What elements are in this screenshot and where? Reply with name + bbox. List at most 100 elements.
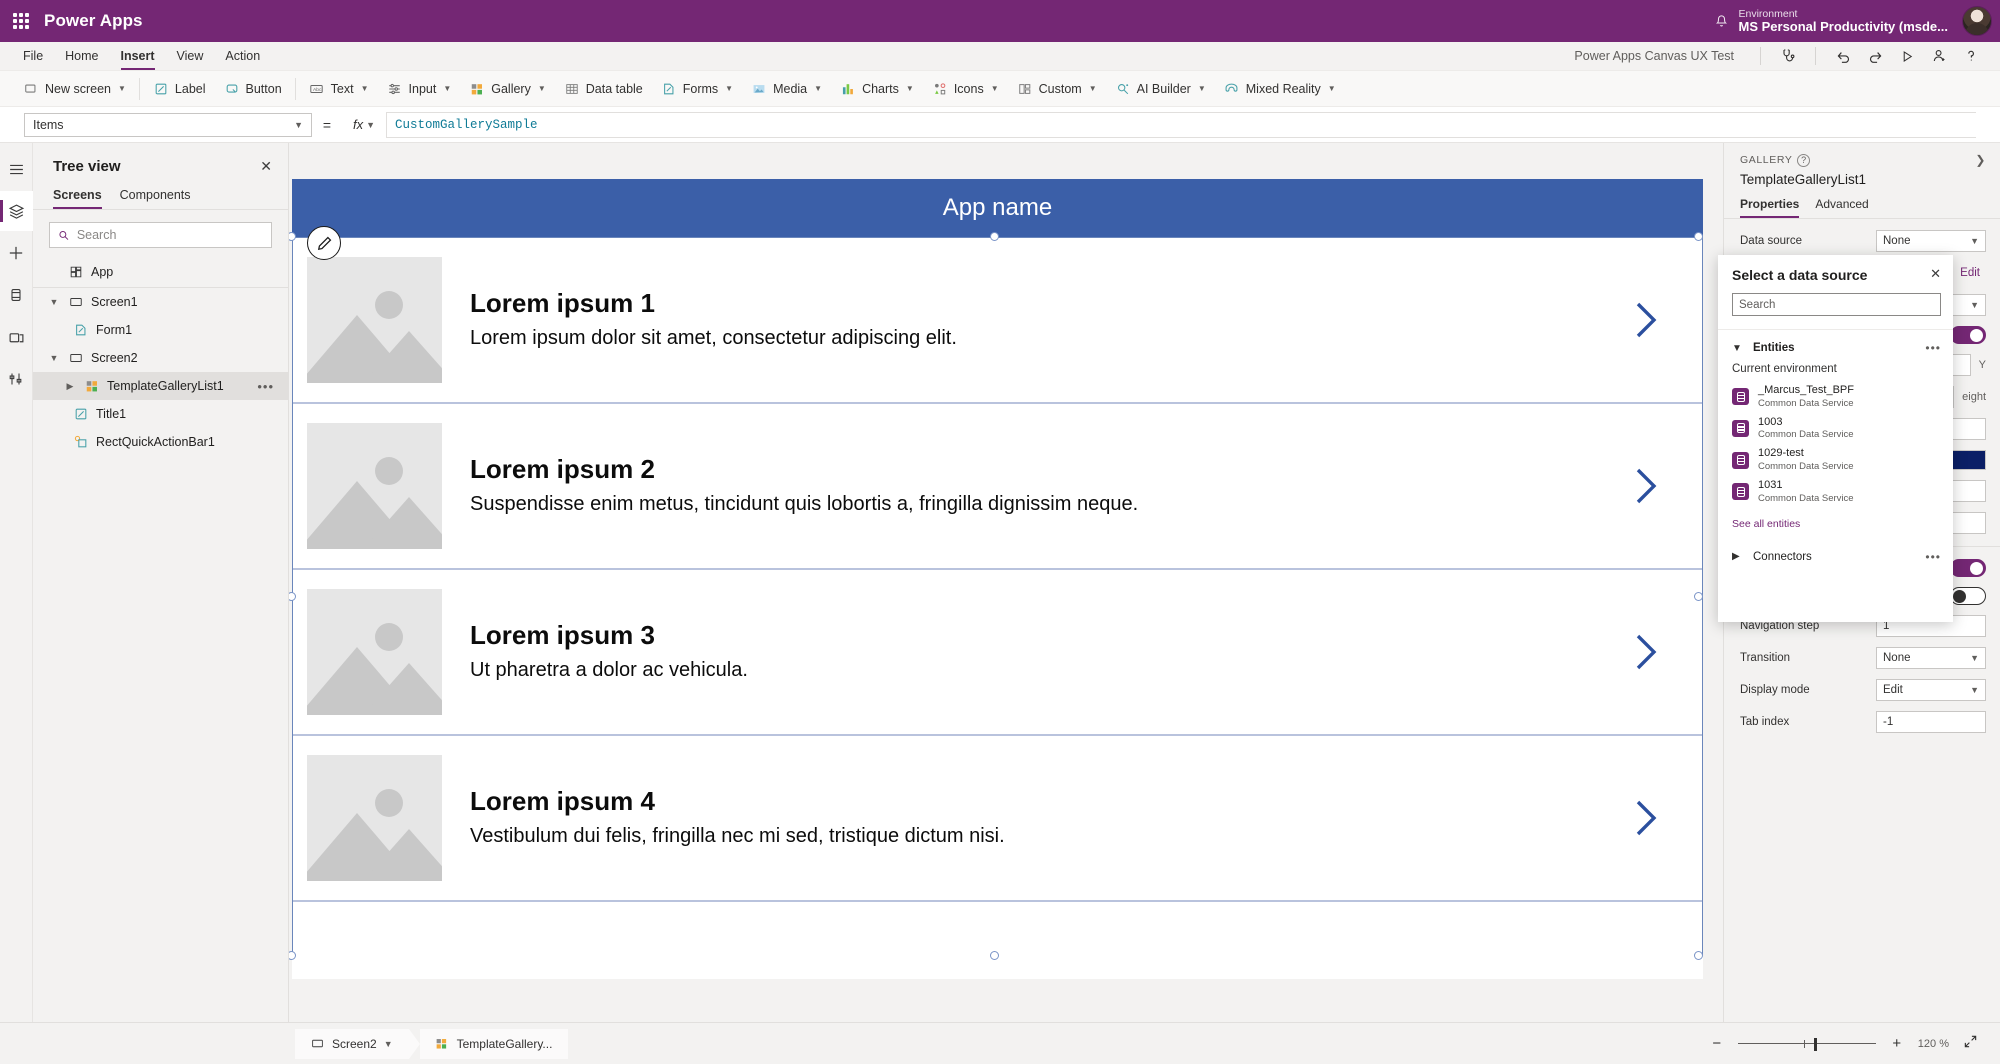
close-icon[interactable]: ✕ (1930, 267, 1941, 280)
hamburger-icon[interactable] (0, 149, 33, 189)
help-icon[interactable]: ? (1797, 154, 1810, 167)
data-source-item[interactable]: 1031 Common Data Service (1718, 476, 1953, 508)
fit-screen-icon[interactable] (1963, 1034, 1978, 1054)
insert-icon[interactable] (0, 233, 33, 273)
app-launcher-icon[interactable] (10, 10, 32, 32)
chevron-down-icon[interactable]: ▼ (384, 1039, 393, 1049)
chevron-right-icon[interactable] (1616, 630, 1676, 674)
gallery-row[interactable]: Lorem ipsum 1 Lorem ipsum dolor sit amet… (293, 238, 1702, 404)
zoom-in-button[interactable]: + (1890, 1035, 1904, 1052)
chevron-right-icon[interactable]: ▶ (1732, 551, 1742, 562)
chevron-down-icon[interactable]: ▼ (1732, 343, 1742, 354)
ribbon-input[interactable]: Input ▼ (378, 75, 461, 103)
tab-components[interactable]: Components (120, 185, 191, 209)
undo-icon[interactable] (1828, 44, 1858, 68)
tree-node-screen1[interactable]: ▼ Screen1 (33, 288, 288, 316)
tab-index-field[interactable]: -1 (1876, 711, 1986, 733)
ribbon-button[interactable]: Button (215, 75, 291, 103)
breadcrumb-templategallery[interactable]: TemplateGallery... (420, 1029, 569, 1059)
zoom-slider[interactable] (1738, 1037, 1876, 1051)
collapse-panel-icon[interactable]: ❯ (1975, 153, 1986, 167)
tree-node-templategallerylist1[interactable]: ▶ TemplateGalleryList1 ••• (33, 372, 288, 400)
more-options-icon[interactable]: ••• (257, 379, 274, 394)
environment-block[interactable]: Environment MS Personal Productivity (ms… (1735, 8, 1959, 35)
tree-node-title1[interactable]: Title1 (33, 400, 288, 428)
data-source-select[interactable]: None ▼ (1876, 230, 1986, 252)
stethoscope-icon[interactable] (1773, 44, 1803, 68)
edit-pencil-icon[interactable] (307, 226, 341, 260)
fx-button[interactable]: fx ▼ (342, 113, 386, 137)
selection-handle[interactable] (1694, 592, 1703, 601)
gallery-row[interactable]: Lorem ipsum 2 Suspendisse enim metus, ti… (293, 404, 1702, 570)
selection-handle[interactable] (990, 951, 999, 960)
ribbon-data-table[interactable]: Data table (555, 75, 652, 103)
data-source-item[interactable]: 1003 Common Data Service (1718, 413, 1953, 445)
display-mode-select[interactable]: Edit ▼ (1876, 679, 1986, 701)
show-navigation-toggle[interactable] (1950, 587, 1986, 605)
formula-input[interactable]: CustomGallerySample (386, 112, 1976, 138)
chevron-right-icon[interactable] (1616, 298, 1676, 342)
ribbon-charts[interactable]: Charts ▼ (831, 75, 923, 103)
selection-handle[interactable] (1694, 232, 1703, 241)
ribbon-icons[interactable]: Icons ▼ (923, 75, 1008, 103)
property-select[interactable]: Items ▼ (24, 113, 312, 137)
tree-node-rectquickactionbar1[interactable]: RectQuickActionBar1 (33, 428, 288, 456)
data-source-search[interactable] (1732, 293, 1941, 316)
gallery-row[interactable]: Lorem ipsum 4 Vestibulum dui felis, frin… (293, 736, 1702, 902)
ribbon-gallery[interactable]: Gallery ▼ (460, 75, 555, 103)
tab-properties[interactable]: Properties (1740, 197, 1799, 218)
zoom-out-button[interactable]: − (1710, 1035, 1724, 1052)
tree-view-icon[interactable] (0, 191, 33, 231)
menu-item-file[interactable]: File (14, 45, 52, 67)
data-source-group-entities[interactable]: ▼ Entities ••• (1718, 330, 1953, 361)
chevron-right-icon[interactable] (1616, 464, 1676, 508)
bell-icon[interactable] (1709, 14, 1735, 29)
data-source-item[interactable]: _Marcus_Test_BPF Common Data Service (1718, 381, 1953, 413)
menu-item-view[interactable]: View (168, 45, 213, 67)
avatar[interactable] (1962, 6, 1992, 36)
transition-select[interactable]: None ▼ (1876, 647, 1986, 669)
help-icon[interactable] (1956, 44, 1986, 68)
data-source-item[interactable]: 1029-test Common Data Service (1718, 444, 1953, 476)
chevron-down-icon[interactable]: ▼ (47, 353, 61, 363)
ribbon-forms[interactable]: Forms ▼ (652, 75, 742, 103)
gallery-row[interactable]: Lorem ipsum 3 Ut pharetra a dolor ac veh… (293, 570, 1702, 736)
ribbon-custom[interactable]: Custom ▼ (1008, 75, 1106, 103)
data-source-search-input[interactable] (1739, 299, 1934, 311)
ribbon-media[interactable]: Media ▼ (742, 75, 831, 103)
selection-handle[interactable] (1694, 951, 1703, 960)
menu-item-insert[interactable]: Insert (112, 45, 164, 67)
show-scrollbar-toggle[interactable] (1950, 559, 1986, 577)
play-icon[interactable] (1892, 44, 1922, 68)
edit-fields-link[interactable]: Edit (1954, 262, 1986, 284)
chevron-down-icon[interactable]: ▼ (47, 297, 61, 307)
ribbon-text[interactable]: Abc Text ▼ (300, 75, 378, 103)
advanced-tools-icon[interactable] (0, 359, 33, 399)
redo-icon[interactable] (1860, 44, 1890, 68)
close-icon[interactable]: ✕ (256, 155, 276, 177)
tree-node-form1[interactable]: Form1 (33, 316, 288, 344)
tab-advanced[interactable]: Advanced (1815, 197, 1868, 218)
chevron-right-icon[interactable]: ▶ (63, 381, 77, 392)
menu-item-home[interactable]: Home (56, 45, 107, 67)
selection-handle[interactable] (990, 232, 999, 241)
media-icon[interactable] (0, 317, 33, 357)
tree-node-app[interactable]: App (33, 256, 288, 288)
tree-search[interactable] (49, 222, 272, 248)
breadcrumb-screen2[interactable]: Screen2 ▼ (295, 1029, 409, 1059)
data-icon[interactable] (0, 275, 33, 315)
see-all-entities-link[interactable]: See all entities (1718, 508, 1953, 534)
tab-screens[interactable]: Screens (53, 185, 102, 209)
tree-node-screen2[interactable]: ▼ Screen2 (33, 344, 288, 372)
share-icon[interactable] (1924, 44, 1954, 68)
data-source-group-connectors[interactable]: ▶ Connectors ••• (1718, 534, 1953, 570)
search-input[interactable] (77, 228, 263, 242)
ribbon-label[interactable]: Label (144, 75, 215, 103)
more-options-icon[interactable]: ••• (1925, 550, 1941, 564)
chevron-right-icon[interactable] (1616, 796, 1676, 840)
menu-item-action[interactable]: Action (216, 45, 269, 67)
ribbon-new-screen[interactable]: New screen ▼ (14, 75, 135, 103)
wrap-toggle[interactable] (1950, 326, 1986, 344)
ribbon-ai-builder[interactable]: AI Builder ▼ (1106, 75, 1215, 103)
gallery-control[interactable]: Lorem ipsum 1 Lorem ipsum dolor sit amet… (292, 237, 1703, 955)
